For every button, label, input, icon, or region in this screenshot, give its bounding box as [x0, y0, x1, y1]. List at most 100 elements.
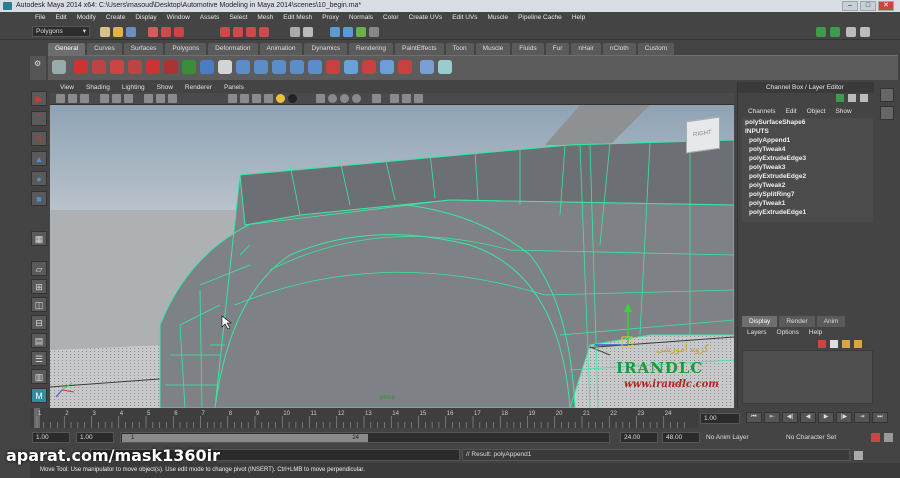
menu-create[interactable]: Create	[101, 12, 131, 24]
motion-blur-icon[interactable]	[414, 94, 423, 103]
outliner-layout-icon[interactable]: ☰	[31, 351, 47, 366]
input-node-item[interactable]: polySplitRing7	[742, 190, 873, 199]
menu-edit-mesh[interactable]: Edit Mesh	[278, 12, 317, 24]
single-perspective-layout-icon[interactable]: ▱	[31, 261, 47, 276]
shelf-tab-general[interactable]: General	[48, 43, 86, 55]
snap-plane-icon[interactable]	[259, 27, 269, 37]
playback-button[interactable]: ▶	[818, 412, 834, 423]
shelf-tool-icon[interactable]	[420, 60, 434, 74]
menu-edit-uvs[interactable]: Edit UVs	[447, 12, 482, 24]
render-frame-icon[interactable]	[343, 27, 353, 37]
playback-button[interactable]: ⇤	[764, 412, 780, 423]
bookmark-icon[interactable]	[68, 94, 77, 103]
toggle-modeling-toolkit-icon[interactable]	[816, 27, 826, 37]
save-scene-icon[interactable]	[126, 27, 136, 37]
shelf-tool-icon[interactable]	[218, 60, 232, 74]
time-slider-ruler[interactable]: 1 2 3 4 5 6 7 8 9 10 11 12 13 14 15 16 17 18 19 20 21 22 23 24	[30, 408, 698, 428]
auto-key-icon[interactable]	[871, 433, 880, 442]
shelf-tool-icon[interactable]	[92, 60, 106, 74]
layer-tab-anim[interactable]: Anim	[816, 316, 846, 327]
close-button[interactable]: ✕	[878, 1, 894, 11]
layer-menu-options[interactable]: Options	[772, 328, 804, 338]
textured-icon[interactable]	[264, 94, 273, 103]
shelf-tool-icon[interactable]	[164, 60, 178, 74]
menu-create-uvs[interactable]: Create UVs	[404, 12, 448, 24]
shelf-tab-fur[interactable]: Fur	[545, 43, 570, 55]
paint-select-tool-icon[interactable]: ✎	[31, 131, 47, 146]
menu-modify[interactable]: Modify	[72, 12, 101, 24]
grid-icon[interactable]	[100, 94, 109, 103]
shelf-tab-polygons[interactable]: Polygons	[165, 43, 207, 55]
playback-button[interactable]: ⇥	[854, 412, 870, 423]
panel-menu-lighting[interactable]: Lighting	[116, 82, 151, 93]
side-tab-icon[interactable]	[880, 106, 894, 120]
input-node-item[interactable]: polyTweak4	[742, 145, 873, 154]
four-view-layout-icon[interactable]: ⊞	[31, 279, 47, 294]
menu-window[interactable]: Window	[162, 12, 195, 24]
playback-button[interactable]: ◀|	[782, 412, 798, 423]
both-toggle-icon[interactable]	[860, 94, 868, 102]
menu-select[interactable]: Select	[224, 12, 252, 24]
xray-icon[interactable]	[328, 94, 337, 103]
channel-box-menu-object[interactable]: Object	[802, 106, 831, 117]
playback-button[interactable]: ⏭	[872, 412, 888, 423]
input-node-item[interactable]: polyExtrudeEdge1	[742, 208, 873, 217]
shadows-icon[interactable]	[288, 94, 297, 103]
shelf-tab-fluids[interactable]: Fluids	[512, 43, 544, 55]
layer-move-down-icon[interactable]	[854, 340, 862, 348]
persp-graph-layout-icon[interactable]: ⊟	[31, 315, 47, 330]
menu-normals[interactable]: Normals	[344, 12, 378, 24]
shelf-tool-icon[interactable]	[290, 60, 304, 74]
layer-move-up-icon[interactable]	[842, 340, 850, 348]
smooth-shade-icon[interactable]	[240, 94, 249, 103]
snap-point-icon[interactable]	[246, 27, 256, 37]
menu-set-selector[interactable]: Polygons ▾	[32, 26, 90, 37]
minimize-button[interactable]: –	[842, 1, 858, 11]
film-gate-icon[interactable]	[112, 94, 121, 103]
help-icon[interactable]	[74, 60, 88, 74]
toggle-tool-settings-icon[interactable]	[846, 27, 856, 37]
render-view-icon[interactable]	[330, 27, 340, 37]
time-slider[interactable]: 1 2 3 4 5 6 7 8 9 10 11 12 13 14 15 16 17 18 19 20 21 22 23 24	[30, 408, 698, 428]
menu-muscle[interactable]: Muscle	[482, 12, 513, 24]
field-chart-icon[interactable]	[156, 94, 165, 103]
panel-menu-renderer[interactable]: Renderer	[179, 82, 218, 93]
snap-curve-icon[interactable]	[233, 27, 243, 37]
layer-editor-toggle-icon[interactable]	[848, 94, 856, 102]
resolution-gate-icon[interactable]	[124, 94, 133, 103]
perspective-viewport[interactable]: RIGHT persp گروه آموزشی IRANDLC www.iran…	[50, 105, 734, 408]
render-settings-icon[interactable]	[369, 27, 379, 37]
camera-attr-icon[interactable]	[56, 94, 65, 103]
new-scene-icon[interactable]	[100, 27, 110, 37]
maximize-button[interactable]: □	[860, 1, 876, 11]
safe-action-icon[interactable]	[168, 94, 177, 103]
persp-outliner-layout-icon[interactable]: ◫	[31, 297, 47, 312]
shelf-tab-rendering[interactable]: Rendering	[348, 43, 393, 55]
rotate-tool-icon[interactable]: ●	[31, 171, 47, 186]
shelf-tab-animation[interactable]: Animation	[259, 43, 303, 55]
input-node-item[interactable]: polyTweak1	[742, 199, 873, 208]
history-icon[interactable]	[290, 27, 300, 37]
menu-proxy[interactable]: Proxy	[317, 12, 344, 24]
input-ops-icon[interactable]	[303, 27, 313, 37]
ambient-occlusion-icon[interactable]	[372, 94, 381, 103]
side-tab-icon[interactable]	[880, 88, 894, 102]
start-time-field[interactable]: 1.00	[32, 432, 70, 443]
menu-help[interactable]: Help	[567, 12, 590, 24]
snap-grid-icon[interactable]	[220, 27, 230, 37]
new-layer-icon[interactable]	[818, 340, 826, 348]
isolate-select-icon[interactable]	[316, 94, 325, 103]
panel-menu-show[interactable]: Show	[151, 82, 179, 93]
menu-color[interactable]: Color	[378, 12, 404, 24]
xray-components-icon[interactable]	[352, 94, 361, 103]
shelf-tool-icon[interactable]	[236, 60, 250, 74]
shelf-tab-curves[interactable]: Curves	[87, 43, 122, 55]
wireframe-on-shaded-icon[interactable]	[252, 94, 261, 103]
shelf-tool-icon[interactable]	[362, 60, 376, 74]
playback-start-field[interactable]: 1.00	[76, 432, 114, 443]
script-editor-icon[interactable]	[854, 451, 863, 460]
depth-of-field-icon[interactable]	[402, 94, 411, 103]
image-plane-icon[interactable]	[80, 94, 89, 103]
view-cube[interactable]: RIGHT	[686, 116, 720, 154]
hypershade-layout-icon[interactable]: ▤	[31, 333, 47, 348]
